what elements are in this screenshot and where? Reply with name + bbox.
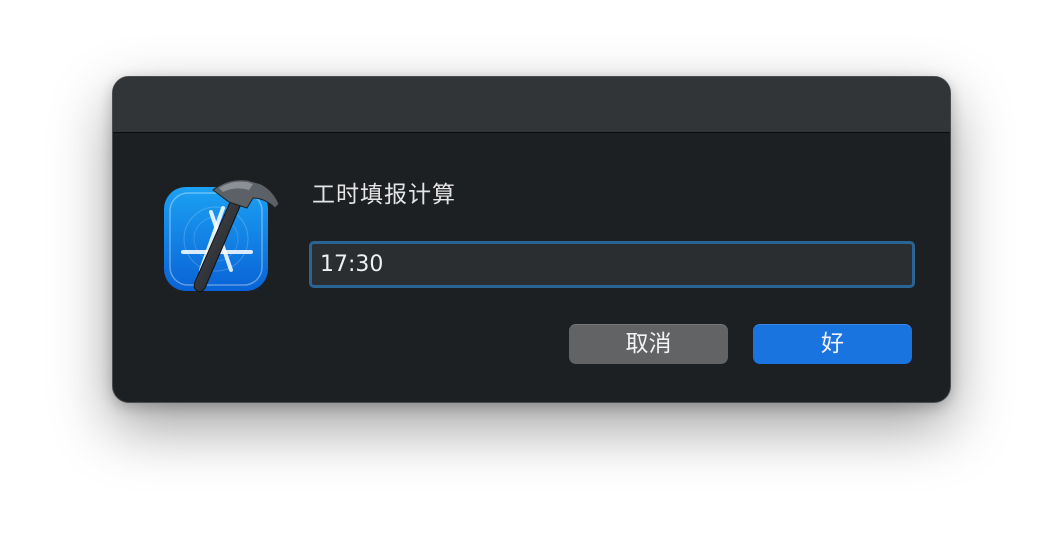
- dialog-titlebar[interactable]: [113, 77, 950, 133]
- xcode-app-icon: [161, 172, 286, 297]
- cancel-button[interactable]: 取消: [569, 324, 728, 364]
- time-input[interactable]: [314, 246, 910, 283]
- time-input-container: [309, 241, 915, 288]
- prompt-dialog: 工时填报计算 取消 好: [112, 76, 951, 403]
- ok-button[interactable]: 好: [753, 324, 912, 364]
- dialog-title: 工时填报计算: [312, 182, 456, 208]
